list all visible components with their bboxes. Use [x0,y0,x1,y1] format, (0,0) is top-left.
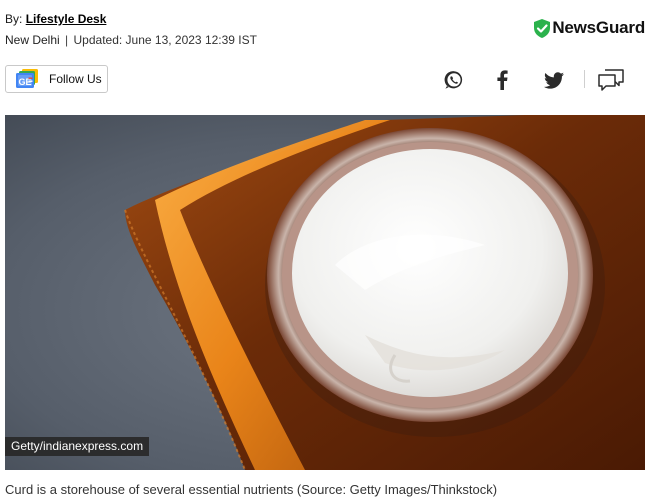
dateline-location: New Delhi [5,33,60,47]
curd-bowl-image [5,115,645,470]
facebook-icon [497,70,508,90]
byline: By: Lifestyle Desk [5,12,106,26]
comments-button[interactable] [596,68,626,92]
updated-timestamp: Updated: June 13, 2023 12:39 IST [73,33,257,47]
share-twitter-button[interactable] [543,68,565,92]
newsguard-shield-icon [534,18,551,38]
share-divider [584,70,585,88]
follow-us-label: Follow Us [49,72,102,86]
newsguard-label: NewsGuard [552,18,645,37]
newsguard-badge[interactable]: NewsGuard [534,18,645,38]
article-meta: New Delhi | Updated: June 13, 2023 12:39… [5,33,257,47]
comments-icon [598,69,624,91]
hero-image [5,115,645,470]
whatsapp-icon [444,71,463,89]
follow-us-button[interactable]: GE Follow Us [5,65,108,93]
author-link[interactable]: Lifestyle Desk [26,12,107,26]
share-facebook-button[interactable] [492,68,512,92]
google-news-icon: GE [16,69,40,89]
byline-prefix: By: [5,12,23,26]
image-credit: Getty/indianexpress.com [5,437,150,456]
twitter-icon [544,71,564,89]
image-caption: Curd is a storehouse of several essentia… [5,482,498,497]
meta-separator: | [65,33,69,47]
share-whatsapp-button[interactable] [443,68,465,92]
